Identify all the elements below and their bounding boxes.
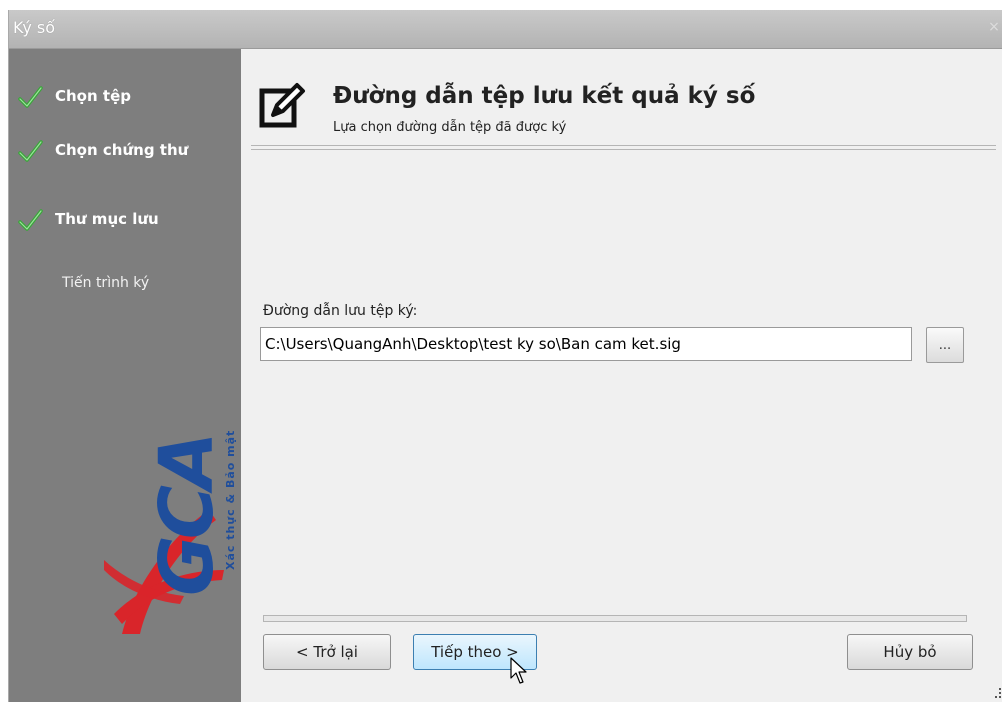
step-label: Tiến trình ký xyxy=(62,275,150,291)
close-icon[interactable]: × xyxy=(987,20,1001,34)
page-title: Đường dẫn tệp lưu kết quả ký số xyxy=(333,83,756,109)
browse-button[interactable]: ... xyxy=(926,327,964,363)
edit-icon xyxy=(259,83,305,128)
svg-text:GCA: GCA xyxy=(144,436,230,596)
step-label: Chọn tệp xyxy=(55,87,131,105)
header-divider xyxy=(251,145,996,150)
cancel-button[interactable]: Hủy bỏ xyxy=(847,634,973,670)
vgca-logo: GCA Xác thực & Bảo mật xyxy=(104,430,237,634)
back-button[interactable]: < Trở lại xyxy=(263,634,391,670)
window-title: Ký số xyxy=(13,18,56,37)
path-label: Đường dẫn lưu tệp ký: xyxy=(263,303,418,319)
footer-divider xyxy=(263,615,967,622)
page-subtitle: Lựa chọn đường dẫn tệp đã được ký xyxy=(333,120,567,135)
checkmark-icon xyxy=(18,86,43,108)
content-panel: Đường dẫn tệp lưu kết quả ký số Lựa chọn… xyxy=(241,49,1002,702)
svg-text:Xác thực & Bảo mật: Xác thực & Bảo mật xyxy=(224,430,237,570)
checkmark-icon xyxy=(18,209,43,231)
mouse-cursor-icon xyxy=(510,657,527,684)
checkmark-icon xyxy=(18,140,43,162)
wizard-steps-sidebar: Chọn tệp Chọn chứng thư Thư mục lưu Tiến… xyxy=(9,49,241,702)
save-path-input[interactable] xyxy=(260,327,912,361)
title-bar[interactable]: Ký số × xyxy=(9,10,1002,49)
step-label: Thư mục lưu xyxy=(55,210,159,228)
resize-grip-icon[interactable] xyxy=(989,686,1002,700)
sign-wizard-window: Ký số × Chọn tệp Chọn chứng thư Thư mục … xyxy=(8,10,1002,702)
step-label: Chọn chứng thư xyxy=(55,141,189,159)
